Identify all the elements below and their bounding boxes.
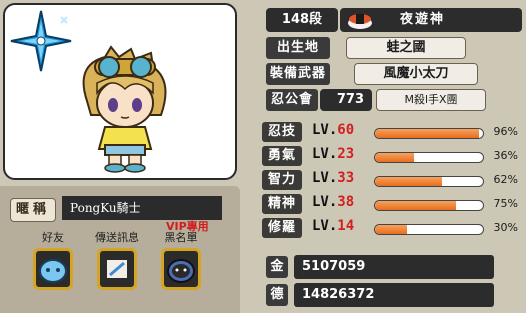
stat-level-number: 23	[337, 146, 355, 162]
gold-row: 金 5107059	[262, 254, 526, 280]
stat-row: 智力 LV.33 62%	[262, 168, 526, 192]
stat-progress-fill	[375, 225, 408, 234]
send-message-action[interactable]: 傳送訊息	[90, 230, 144, 290]
virtue-row: 德 14826372	[262, 282, 526, 308]
friend-label: 好友	[42, 231, 64, 244]
stat-level: LV.38	[312, 194, 354, 210]
blacklist-label: 黑名單	[164, 231, 198, 244]
stats-panel: 忍技 LV.60 96% 勇氣 LV.23 36% 智力 LV.33 62% 精神 LV.38 75%…	[262, 120, 526, 248]
blacklist-button[interactable]	[161, 248, 201, 290]
stat-row: 修羅 LV.14 30%	[262, 216, 526, 240]
job-title: 夜遊神	[400, 12, 446, 27]
stat-level-number: 14	[337, 218, 355, 234]
stat-progress-bar	[374, 128, 484, 139]
stat-percent: 30%	[493, 221, 518, 234]
letter-icon	[105, 258, 129, 280]
stat-row: 精神 LV.38 75%	[262, 192, 526, 216]
stat-progress-fill	[375, 129, 479, 138]
stat-name: 勇氣	[262, 146, 302, 166]
weapon-value: 風魔小太刀	[354, 63, 478, 85]
sushi-icon	[348, 14, 372, 29]
stat-level-number: 33	[337, 170, 355, 186]
virtue-value: 14826372	[294, 283, 494, 307]
stat-percent: 62%	[493, 173, 518, 186]
stat-name: 忍技	[262, 122, 302, 142]
stat-name: 修羅	[262, 218, 302, 238]
stat-level-number: 38	[337, 194, 355, 210]
stat-row: 勇氣 LV.23 36%	[262, 144, 526, 168]
stat-progress-bar	[374, 224, 484, 235]
stat-level-prefix: LV.	[312, 146, 338, 162]
gold-value: 5107059	[294, 255, 494, 279]
stat-level: LV.33	[312, 170, 354, 186]
friend-action[interactable]: 好友	[26, 230, 80, 290]
stat-name: 智力	[262, 170, 302, 190]
rank-row: 148段 夜遊神	[262, 8, 522, 32]
stat-percent: 36%	[493, 149, 518, 162]
guild-row: 忍公會 773 M殺l手X團	[262, 89, 520, 113]
birthplace-label: 出生地	[266, 37, 330, 59]
stat-level-prefix: LV.	[312, 218, 338, 234]
job-box: 夜遊神	[340, 8, 522, 32]
stat-progress-bar	[374, 176, 484, 187]
stat-level-prefix: LV.	[312, 194, 338, 210]
stat-level: LV.23	[312, 146, 354, 162]
send-message-button[interactable]	[97, 248, 137, 290]
stat-row: 忍技 LV.60 96%	[262, 120, 526, 144]
stat-level-number: 60	[337, 122, 355, 138]
stat-level-prefix: LV.	[312, 122, 338, 138]
guild-name[interactable]: M殺l手X團	[376, 89, 486, 111]
stat-percent: 96%	[493, 125, 518, 138]
birthplace-row: 出生地 蛙之國	[262, 37, 520, 61]
guild-count: 773	[320, 89, 372, 111]
dark-slime-icon	[167, 259, 195, 283]
blue-slime-icon	[39, 259, 67, 283]
stat-progress-bar	[374, 200, 484, 211]
stat-progress-fill	[375, 201, 456, 210]
virtue-icon: 德	[266, 284, 288, 306]
nickname-value: PongKu騎士	[62, 196, 222, 220]
stat-level: LV.60	[312, 122, 354, 138]
blacklist-action[interactable]: 黑名單	[154, 230, 208, 290]
friend-button[interactable]	[33, 248, 73, 290]
stat-level: LV.14	[312, 218, 354, 234]
stat-name: 精神	[262, 194, 302, 214]
avatar-frame	[3, 3, 237, 180]
shuriken-icon	[10, 10, 72, 72]
guild-label: 忍公會	[266, 89, 318, 111]
stat-percent: 75%	[493, 197, 518, 210]
weapon-label: 裝備武器	[266, 63, 330, 85]
gold-icon: 金	[266, 256, 288, 278]
weapon-row: 裝備武器 風魔小太刀	[262, 63, 520, 87]
stat-progress-fill	[375, 177, 442, 186]
character-avatar	[82, 45, 167, 173]
stat-progress-bar	[374, 152, 484, 163]
send-message-label: 傳送訊息	[95, 231, 139, 244]
nickname-label: 暱稱	[10, 198, 56, 222]
birthplace-value: 蛙之國	[346, 37, 466, 59]
social-panel: 暱稱 PongKu騎士 VIP專用 好友 傳送訊息 黑名單	[0, 186, 240, 313]
stat-level-prefix: LV.	[312, 170, 338, 186]
stat-progress-fill	[375, 153, 414, 162]
level-rank: 148段	[266, 8, 338, 32]
